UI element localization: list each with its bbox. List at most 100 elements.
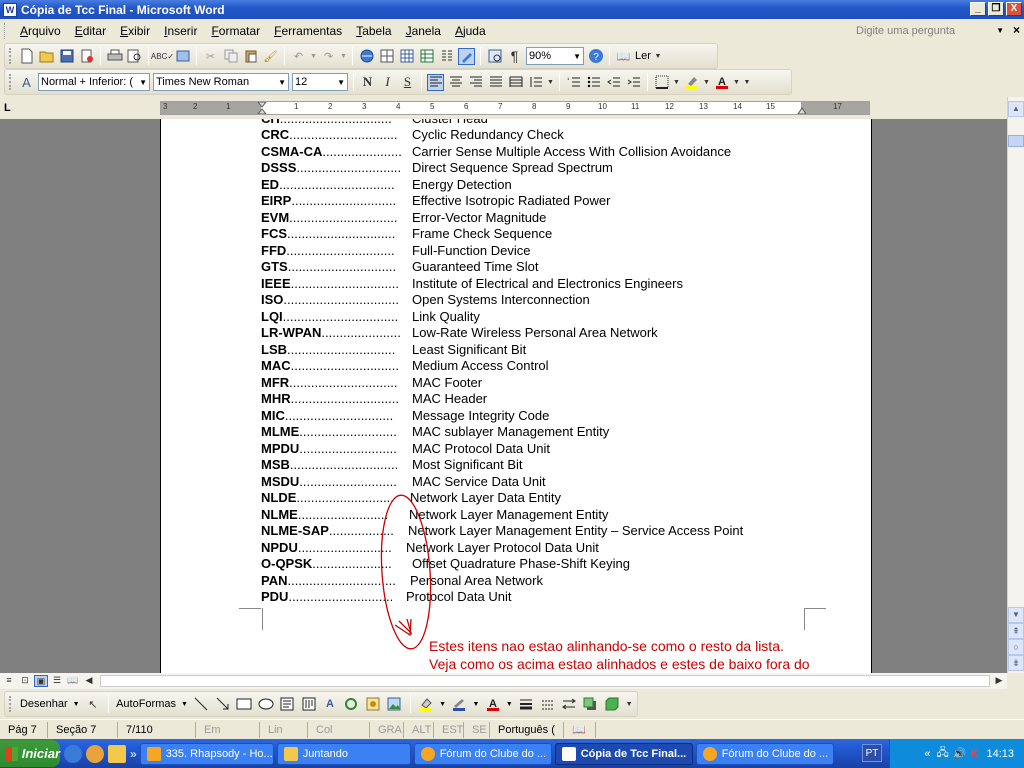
normal-view-icon[interactable]: ≡ [2, 675, 16, 687]
font-size-combo[interactable]: 12 ▼ [292, 73, 348, 91]
document-map-icon[interactable] [486, 48, 503, 65]
menu-formatar[interactable]: Formatar [204, 24, 267, 38]
rectangle-icon[interactable] [236, 696, 252, 713]
menu-janela[interactable]: Janela [399, 24, 448, 38]
toolbar-grip[interactable] [9, 74, 12, 90]
format-painter-icon[interactable]: 🖌 [262, 48, 279, 65]
toolbar-options-icon[interactable]: ▼ [654, 48, 662, 65]
underline-button[interactable]: S [399, 74, 416, 91]
status-ovr[interactable]: SE [464, 721, 490, 738]
help-icon[interactable]: ? [587, 48, 604, 65]
taskbar-button-forum-1[interactable]: Fórum do Clube do ... [413, 742, 552, 765]
text-box-icon[interactable] [279, 696, 295, 713]
clip-art-icon[interactable] [365, 696, 381, 713]
status-rec[interactable]: GRA [370, 721, 404, 738]
font-color-icon[interactable]: A [484, 696, 500, 713]
scroll-down-button[interactable]: ▼ [1008, 607, 1024, 623]
align-left-icon[interactable] [427, 73, 444, 91]
scroll-left-button[interactable]: ◀ [82, 675, 96, 687]
tray-expand-icon[interactable]: « [924, 748, 930, 760]
drawing-icon[interactable] [458, 47, 475, 65]
status-ext[interactable]: EST [434, 721, 464, 738]
minimize-button[interactable]: _ [970, 2, 986, 16]
font-combo[interactable]: Times New Roman ▼ [153, 73, 289, 91]
styles-formatting-icon[interactable]: A [18, 74, 35, 91]
chevron-down-icon[interactable]: ▼ [547, 74, 554, 91]
permission-icon[interactable] [78, 48, 95, 65]
firefox-icon[interactable] [86, 744, 104, 763]
chevron-down-icon[interactable]: ▼ [340, 48, 347, 65]
chevron-down-icon[interactable]: ▼ [278, 78, 286, 87]
insert-excel-icon[interactable] [418, 48, 435, 65]
shadow-style-icon[interactable] [582, 696, 598, 713]
vertical-text-box-icon[interactable] [300, 696, 316, 713]
scroll-thumb[interactable] [1008, 135, 1024, 147]
close-button[interactable]: X [1006, 2, 1022, 16]
columns-icon[interactable] [438, 48, 455, 65]
web-layout-icon[interactable]: ⊡ [18, 675, 32, 687]
font-color-icon[interactable]: A [713, 74, 730, 91]
restore-button[interactable]: ❐ [988, 2, 1004, 16]
arrow-icon[interactable] [214, 696, 230, 713]
chevron-down-icon[interactable]: ▼ [181, 701, 188, 708]
toolbar-options-icon[interactable]: ▼ [743, 74, 751, 91]
toolbar-grip[interactable] [9, 696, 12, 712]
bullets-icon[interactable] [585, 74, 602, 91]
diagram-icon[interactable] [343, 696, 359, 713]
oval-icon[interactable] [257, 696, 274, 713]
save-icon[interactable] [58, 48, 75, 65]
scroll-right-button[interactable]: ▶ [992, 675, 1006, 687]
scroll-up-button[interactable]: ▲ [1008, 101, 1024, 117]
fill-color-icon[interactable] [418, 696, 434, 713]
spelling-status-icon[interactable]: 📖 [564, 721, 596, 738]
wordart-icon[interactable]: A [322, 696, 338, 713]
tables-borders-icon[interactable] [378, 48, 395, 65]
line-spacing-icon[interactable] [527, 74, 544, 91]
toolbar-grip[interactable] [9, 48, 12, 64]
redo-icon[interactable]: ↷ [320, 48, 337, 65]
volume-icon[interactable]: 🔊 [953, 747, 967, 760]
taskbar-button-rhapsody[interactable]: 335. Rhapsody - Ho... [139, 742, 274, 765]
status-trk[interactable]: ALT [404, 721, 434, 738]
menu-grip[interactable] [4, 22, 7, 39]
paste-icon[interactable] [242, 48, 259, 65]
border-icon[interactable] [653, 74, 670, 91]
show-hide-pilcrow-icon[interactable]: ¶ [506, 48, 523, 65]
hyperlink-icon[interactable] [358, 48, 375, 65]
word-app-icon[interactable]: W [3, 2, 17, 17]
copy-icon[interactable] [222, 48, 239, 65]
horizontal-ruler[interactable]: 3 2 1 1 2 3 4 5 6 7 8 9 10 11 12 13 14 1… [160, 101, 870, 115]
3d-style-icon[interactable] [604, 696, 620, 713]
insert-table-icon[interactable] [398, 48, 415, 65]
print-layout-icon[interactable]: ▣ [34, 675, 48, 687]
print-preview-icon[interactable] [126, 48, 143, 65]
chevron-down-icon[interactable]: ▼ [73, 701, 80, 708]
line-icon[interactable] [193, 696, 209, 713]
read-book-icon[interactable]: 📖 [615, 48, 632, 65]
line-color-icon[interactable] [451, 696, 467, 713]
reading-view-icon[interactable]: 📖 [66, 675, 80, 687]
status-language[interactable]: Português ( [490, 721, 564, 738]
language-indicator[interactable]: PT [862, 744, 882, 762]
decrease-indent-icon[interactable] [605, 74, 622, 91]
chevron-down-icon[interactable]: ▼ [506, 701, 513, 708]
taskbar-button-juntando[interactable]: Juntando [276, 742, 411, 765]
horizontal-scroll-track[interactable] [100, 675, 990, 687]
start-button[interactable]: Iniciar [0, 740, 60, 767]
autoshapes-menu-button[interactable]: AutoFormas [116, 698, 176, 710]
chevron-down-icon[interactable]: ▼ [473, 701, 480, 708]
spelling-icon[interactable]: ABC✓ [151, 48, 174, 65]
bold-button[interactable]: N [359, 74, 376, 91]
previous-page-button[interactable]: ⇞ [1008, 623, 1024, 639]
distributed-icon[interactable] [507, 74, 524, 91]
chevron-down-icon[interactable]: ▼ [673, 74, 680, 91]
insert-picture-icon[interactable] [386, 696, 402, 713]
chevron-down-icon[interactable]: ▼ [337, 78, 345, 87]
taskbar-button-word[interactable]: Cópia de Tcc Final... [554, 742, 693, 765]
style-combo[interactable]: Normal + Inferior: ( ▼ [38, 73, 150, 91]
highlight-icon[interactable] [683, 74, 700, 91]
new-document-icon[interactable] [18, 48, 35, 65]
line-style-icon[interactable] [518, 696, 534, 713]
menu-exibir[interactable]: Exibir [113, 24, 157, 38]
cut-icon[interactable]: ✂ [202, 48, 219, 65]
